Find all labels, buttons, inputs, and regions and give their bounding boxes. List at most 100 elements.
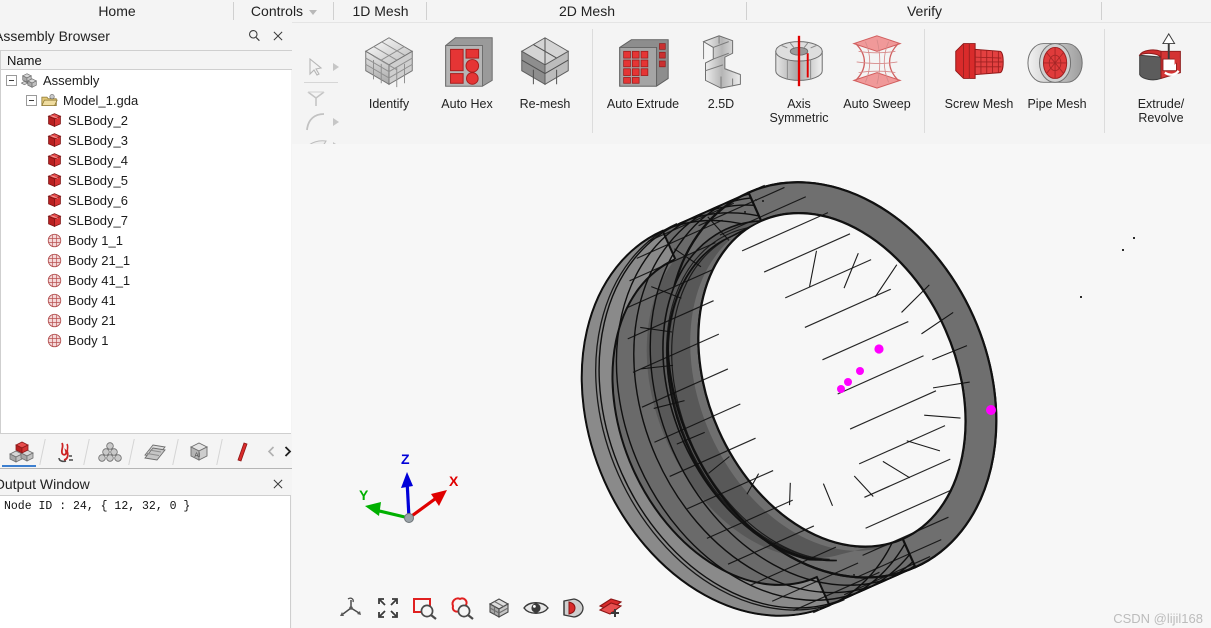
dock-tab-sheet[interactable] bbox=[221, 436, 265, 468]
ribbon-button-auto-sweep-label: Auto Sweep bbox=[843, 97, 911, 111]
tab-bar-filler bbox=[1102, 0, 1211, 22]
assembly-tree[interactable]: Assembly Model_1.gda SLBody_2 SLBody_3 S… bbox=[0, 70, 291, 434]
dock-tab-strip: AI bbox=[0, 435, 292, 469]
red-solid-body-icon bbox=[47, 112, 62, 127]
rotate-view-button[interactable] bbox=[336, 594, 366, 622]
tree-item-body-1[interactable]: Body 1 bbox=[1, 330, 291, 350]
red-sheet-icon bbox=[237, 441, 248, 462]
dock-tab-layers[interactable] bbox=[133, 436, 179, 468]
expander-icon[interactable] bbox=[6, 74, 17, 86]
tab-1d-mesh[interactable]: 1D Mesh bbox=[334, 0, 427, 22]
node-tripod-icon bbox=[307, 91, 325, 106]
ribbon-button-screw-mesh[interactable]: Screw Mesh bbox=[940, 23, 1018, 111]
tree-item-body-1-label: Body 1 bbox=[68, 332, 109, 348]
ribbon-button-auto-extrude[interactable]: Auto Extrude bbox=[604, 23, 682, 111]
tree-item-body-41[interactable]: Body 41 bbox=[1, 290, 291, 310]
3d-viewport[interactable]: Z X Y CSDN @lijil168 bbox=[292, 144, 1211, 628]
chevron-right-icon[interactable] bbox=[283, 446, 292, 457]
tool-curve[interactable] bbox=[300, 110, 348, 134]
red-bolt-icon bbox=[955, 43, 1004, 79]
tree-item-model[interactable]: Model_1.gda bbox=[1, 90, 291, 110]
dock-tab-thermal[interactable] bbox=[44, 436, 91, 468]
section-view-button[interactable] bbox=[558, 594, 588, 622]
tab-verify[interactable]: Verify bbox=[747, 0, 1102, 22]
tab-home[interactable]: Home bbox=[0, 0, 234, 22]
tree-item-body-41-1[interactable]: Body 41_1 bbox=[1, 270, 291, 290]
iso-view-button[interactable] bbox=[484, 594, 514, 622]
red-pipe-icon bbox=[1027, 43, 1083, 83]
tab-controls-label: Controls bbox=[250, 3, 304, 19]
red-block-hex-icon bbox=[445, 37, 493, 87]
ribbon-button-identify[interactable]: Identify bbox=[350, 23, 428, 111]
dock-tab-ai[interactable]: AI bbox=[177, 436, 223, 468]
flyout-arrow-icon[interactable] bbox=[333, 118, 339, 126]
ribbon-button-auto-hex[interactable]: Auto Hex bbox=[428, 23, 506, 111]
ribbon-button-2-5d[interactable]: 2.5D bbox=[682, 23, 760, 111]
flyout-arrow-icon[interactable] bbox=[333, 63, 339, 71]
ribbon-button-extrude-revolve-label: Extrude/ Revolve bbox=[1137, 97, 1185, 125]
dock-scroll-controls bbox=[267, 446, 292, 457]
expander-icon[interactable] bbox=[26, 94, 37, 106]
tree-item-slbody-4[interactable]: SLBody_4 bbox=[1, 150, 291, 170]
tree-item-body-21-1[interactable]: Body 21_1 bbox=[1, 250, 291, 270]
ribbon-button-pipe-mesh[interactable]: Pipe Mesh bbox=[1018, 23, 1096, 111]
flame-icon bbox=[58, 442, 74, 462]
chevron-down-icon[interactable] bbox=[309, 9, 318, 15]
ribbon-button-axis-symmetric-label: Axis Symmetric bbox=[769, 97, 829, 125]
ring-mesh-model[interactable] bbox=[519, 144, 1206, 628]
watermark-text: CSDN @lijil168 bbox=[1113, 611, 1203, 626]
arrow-cursor-icon bbox=[309, 57, 323, 76]
tree-item-slbody-3[interactable]: SLBody_3 bbox=[1, 130, 291, 150]
ribbon-group-special-mesh: Screw Mesh Pipe Mesh bbox=[940, 23, 1096, 145]
fit-view-button[interactable] bbox=[373, 594, 403, 622]
cylinder-axis-icon bbox=[775, 35, 823, 87]
tree-item-body-41-1-label: Body 41_1 bbox=[68, 272, 131, 288]
hourglass-sweep-icon bbox=[852, 35, 902, 89]
zoom-freehand-button[interactable] bbox=[447, 594, 477, 622]
search-icon[interactable] bbox=[248, 29, 261, 42]
ribbon-divider-3 bbox=[1104, 29, 1105, 133]
ribbon-tab-bar: Home Controls 1D Mesh 2D Mesh Verify bbox=[0, 0, 1211, 22]
fit-expand-icon bbox=[378, 598, 398, 618]
zoom-lasso-icon bbox=[451, 597, 474, 620]
dock-tab-particles[interactable] bbox=[88, 436, 135, 468]
dock-tab-assembly-browser[interactable] bbox=[0, 436, 46, 468]
chevron-left-icon[interactable] bbox=[267, 446, 276, 457]
tool-select-arrow[interactable] bbox=[300, 55, 348, 79]
zoom-box-button[interactable] bbox=[410, 594, 440, 622]
ribbon-button-2-5d-label: 2.5D bbox=[707, 97, 735, 111]
tree-item-slbody-2-label: SLBody_2 bbox=[68, 112, 128, 128]
close-icon[interactable] bbox=[272, 30, 284, 42]
layers-icon bbox=[143, 444, 166, 460]
ribbon-button-extrude-revolve[interactable]: Extrude/ Revolve bbox=[1118, 23, 1204, 125]
tree-item-body-1-1[interactable]: Body 1_1 bbox=[1, 230, 291, 250]
tab-1d-mesh-label: 1D Mesh bbox=[352, 3, 409, 19]
tree-item-body-21-label: Body 21 bbox=[68, 312, 116, 328]
tree-item-slbody-6[interactable]: SLBody_6 bbox=[1, 190, 291, 210]
tree-item-body-41-label: Body 41 bbox=[68, 292, 116, 308]
ribbon-button-axis-symmetric[interactable]: Axis Symmetric bbox=[760, 23, 838, 125]
tab-controls[interactable]: Controls bbox=[234, 0, 334, 22]
ribbon-divider-2 bbox=[924, 29, 925, 133]
tree-item-slbody-5[interactable]: SLBody_5 bbox=[1, 170, 291, 190]
svg-text:X: X bbox=[449, 473, 459, 489]
svg-text:AI: AI bbox=[194, 453, 200, 459]
visibility-button[interactable] bbox=[521, 594, 551, 622]
tree-column-header: Name bbox=[0, 50, 292, 70]
gray-cube-mesh-icon bbox=[364, 37, 414, 88]
ribbon-button-auto-sweep[interactable]: Auto Sweep bbox=[838, 23, 916, 111]
tree-item-assembly[interactable]: Assembly bbox=[1, 70, 291, 90]
tree-item-slbody-7[interactable]: SLBody_7 bbox=[1, 210, 291, 230]
add-layer-button[interactable] bbox=[595, 594, 625, 622]
tree-item-slbody-2[interactable]: SLBody_2 bbox=[1, 110, 291, 130]
output-window-content[interactable]: Node ID : 24, { 12, 32, 0 } bbox=[0, 495, 291, 628]
tool-node[interactable] bbox=[300, 86, 348, 110]
viewport-canvas[interactable]: Z X Y CSDN @lijil168 bbox=[292, 144, 1211, 628]
output-window-titlebar: Output Window bbox=[0, 472, 292, 496]
tab-2d-mesh-label: 2D Mesh bbox=[558, 3, 616, 19]
close-icon[interactable] bbox=[272, 478, 284, 490]
tab-2d-mesh[interactable]: 2D Mesh bbox=[427, 0, 747, 22]
assembly-browser-title: Assembly Browser bbox=[0, 27, 110, 44]
tree-item-body-21[interactable]: Body 21 bbox=[1, 310, 291, 330]
ribbon-button-re-mesh[interactable]: Re-mesh bbox=[506, 23, 584, 111]
